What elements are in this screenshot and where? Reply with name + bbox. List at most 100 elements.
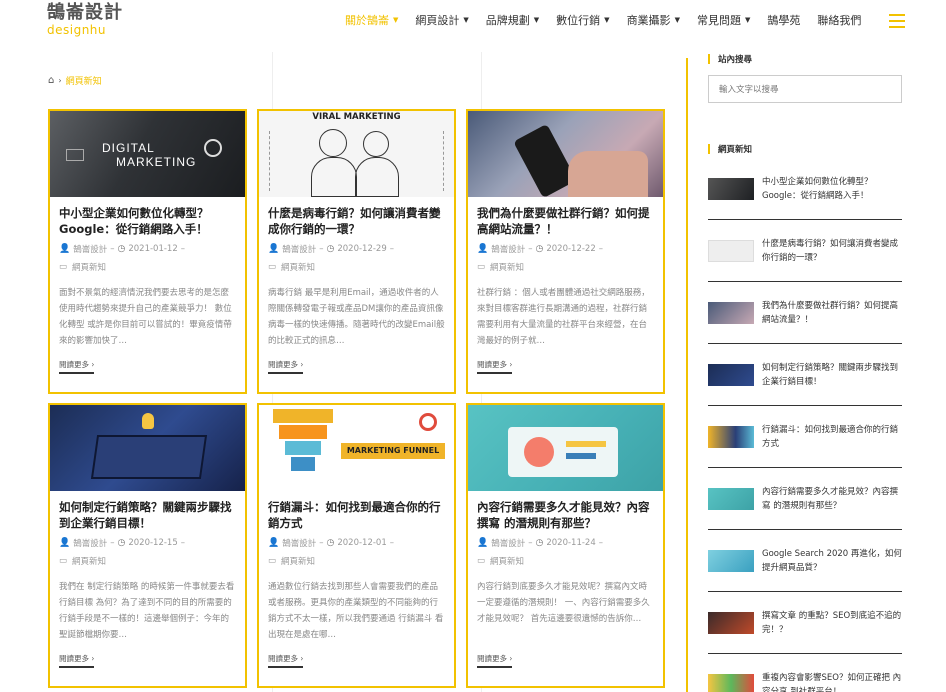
recent-post-item[interactable]: 重複內容會影響SEO？如何正確把 內容分享 到社群平台！ — [708, 654, 902, 692]
post-thumbnail[interactable] — [468, 405, 663, 491]
read-more-link[interactable]: 閱讀更多 › — [59, 653, 95, 668]
post-title[interactable]: 如何制定行銷策略？關鍵兩步驟找到企業行銷目標！ — [59, 499, 237, 531]
recent-post-title[interactable]: 中小型企業如何數位化轉型？Google：從行銷網路入手！ — [762, 175, 902, 203]
nav-item-web-design[interactable]: 網頁設計 ▼ — [415, 12, 468, 28]
chevron-down-icon: ▼ — [674, 16, 680, 24]
post-author[interactable]: 鵠崙設計 — [282, 243, 316, 255]
category-link[interactable]: 網頁新知 — [72, 261, 106, 273]
home-icon[interactable]: ⌂ — [48, 75, 54, 86]
post-card[interactable]: VIRAL MARKETING 什麼是病毒行銷？如何讓消費者變成你行銷的一環？ … — [257, 109, 456, 394]
recent-post-title[interactable]: 重複內容會影響SEO？如何正確把 內容分享 到社群平台！ — [762, 671, 902, 692]
recent-post-title[interactable]: 行銷漏斗：如何找到最適合你的行銷方式 — [762, 423, 902, 451]
nav-item-about[interactable]: 關於鵠崙 ▼ — [345, 12, 398, 28]
read-more-link[interactable]: 閱讀更多 › — [59, 359, 95, 374]
target-graphic — [419, 413, 437, 431]
post-category: ▭ 網頁新知 — [268, 555, 446, 567]
recent-post-item[interactable]: 什麼是病毒行銷？如何讓消費者變成你行銷的一環？ — [708, 220, 902, 282]
post-card[interactable]: 內容行銷需要多久才能見效？內容撰寫 的潛規則有那些？ 👤 鵠崙設計 – ◷ 2020-1… — [466, 403, 665, 688]
clock-icon: ◷ — [117, 244, 126, 254]
doodle-graphic — [269, 131, 299, 191]
recent-post-item[interactable]: 內容行銷需要多久才能見效？內容撰寫 的潛規則有那些？ — [708, 468, 902, 530]
search-input[interactable] — [708, 75, 902, 103]
recent-post-thumbnail[interactable] — [708, 611, 754, 634]
recent-post-thumbnail[interactable] — [708, 177, 754, 200]
post-title[interactable]: 我們為什麼要做社群行銷？如何提高網站流量？！ — [477, 205, 655, 237]
recent-post-thumbnail[interactable] — [708, 674, 754, 692]
recent-post-thumbnail[interactable] — [708, 363, 754, 386]
post-author[interactable]: 鵠崙設計 — [282, 537, 316, 549]
recent-post-item[interactable]: Google Search 2020 再進化，如何提升網頁品質？ — [708, 530, 902, 592]
recent-post-title[interactable]: 撰寫文章 的重點？SEO到底追不追的完！？ — [762, 609, 902, 637]
recent-post-item[interactable]: 行銷漏斗：如何找到最適合你的行銷方式 — [708, 406, 902, 468]
post-author[interactable]: 鵠崙設計 — [491, 243, 525, 255]
hand-graphic — [568, 151, 648, 197]
folder-icon: ▭ — [59, 262, 68, 272]
post-excerpt: 我們在 制定行銷策略 的時候第一件事就要去看 行銷目標 為何？為了達到不同的目的… — [59, 582, 235, 640]
recent-post-title[interactable]: 內容行銷需要多久才能見效？內容撰寫 的潛規則有那些？ — [762, 485, 902, 513]
chevron-down-icon: ▼ — [744, 16, 751, 24]
post-card[interactable]: MARKETING FUNNEL 行銷漏斗：如何找到最適合你的行銷方式 👤 鵠崙設… — [257, 403, 456, 688]
nav-item-academy[interactable]: 鵠學苑 — [767, 12, 800, 28]
post-title[interactable]: 行銷漏斗：如何找到最適合你的行銷方式 — [268, 499, 446, 531]
user-icon: 👤 — [59, 244, 71, 254]
post-author[interactable]: 鵠崙設計 — [491, 537, 525, 549]
recent-post-title[interactable]: Google Search 2020 再進化，如何提升網頁品質？ — [762, 547, 902, 575]
category-link[interactable]: 網頁新知 — [490, 261, 524, 273]
category-link[interactable]: 網頁新知 — [490, 555, 524, 567]
post-thumbnail[interactable]: VIRAL MARKETING — [259, 111, 454, 197]
post-title[interactable]: 內容行銷需要多久才能見效？內容撰寫 的潛規則有那些？ — [477, 499, 655, 531]
monitor-graphic — [66, 149, 84, 161]
recent-post-thumbnail[interactable] — [708, 239, 754, 262]
recent-post-title[interactable]: 我們為什麼要做社群行銷？如何提高網站流量？！ — [762, 299, 902, 327]
post-thumbnail[interactable]: MARKETING FUNNEL — [259, 405, 454, 491]
post-title[interactable]: 什麼是病毒行銷？如何讓消費者變成你行銷的一環？ — [268, 205, 446, 237]
read-more-link[interactable]: 閱讀更多 › — [477, 359, 513, 374]
funnel-graphic — [279, 425, 327, 439]
post-card[interactable]: 如何制定行銷策略？關鍵兩步驟找到企業行銷目標！ 👤 鵠崙設計 – ◷ 2020-12-1… — [48, 403, 247, 688]
funnel-graphic — [285, 441, 321, 455]
clock-icon: ◷ — [535, 244, 544, 254]
nav-item-photography[interactable]: 商業攝影 ▼ — [627, 12, 680, 28]
folder-icon: ▭ — [477, 262, 486, 272]
hamburger-menu-icon[interactable] — [889, 14, 905, 28]
recent-post-title[interactable]: 如何制定行銷策略？關鍵兩步驟找到企業行銷目標！ — [762, 361, 902, 389]
nav-label: 數位行銷 — [556, 14, 601, 27]
user-icon: 👤 — [268, 244, 280, 254]
category-link[interactable]: 網頁新知 — [281, 261, 315, 273]
doodle-graphic — [414, 131, 444, 191]
site-header: 鵠崙設計 designhu 關於鵠崙 ▼ 網頁設計 ▼ 品牌規劃 ▼ 數位行銷 ▼ 商業… — [0, 0, 946, 44]
post-card[interactable]: 我們為什麼要做社群行銷？如何提高網站流量？！ 👤 鵠崙設計 – ◷ 2020-12-22… — [466, 109, 665, 394]
recent-post-thumbnail[interactable] — [708, 425, 754, 448]
nav-item-contact[interactable]: 聯絡我們 — [817, 12, 861, 28]
recent-post-thumbnail[interactable] — [708, 301, 754, 324]
recent-post-item[interactable]: 我們為什麼要做社群行銷？如何提高網站流量？！ — [708, 282, 902, 344]
recent-post-thumbnail[interactable] — [708, 549, 754, 572]
thumb-text: VIRAL MARKETING — [312, 112, 401, 122]
recent-post-thumbnail[interactable] — [708, 487, 754, 510]
category-link[interactable]: 網頁新知 — [72, 555, 106, 567]
category-link[interactable]: 網頁新知 — [281, 555, 315, 567]
post-date: 2020-12-01 — [337, 538, 387, 548]
nav-item-digital-marketing[interactable]: 數位行銷 ▼ — [556, 12, 609, 28]
recent-post-item[interactable]: 如何制定行銷策略？關鍵兩步驟找到企業行銷目標！ — [708, 344, 902, 406]
nav-item-faq[interactable]: 常見問題 ▼ — [697, 12, 750, 28]
recent-post-item[interactable]: 撰寫文章 的重點？SEO到底追不追的完！？ — [708, 592, 902, 654]
recent-post-item[interactable]: 中小型企業如何數位化轉型？Google：從行銷網路入手！ — [708, 158, 902, 220]
post-category: ▭ 網頁新知 — [59, 261, 237, 273]
post-card[interactable]: DIGITAL MARKETING 中小型企業如何數位化轉型？Google：從行… — [48, 109, 247, 394]
post-date: 2021-01-12 — [128, 244, 178, 254]
post-title[interactable]: 中小型企業如何數位化轉型？Google：從行銷網路入手！ — [59, 205, 237, 237]
read-more-link[interactable]: 閱讀更多 › — [477, 653, 513, 668]
post-author[interactable]: 鵠崙設計 — [73, 537, 107, 549]
post-thumbnail[interactable] — [468, 111, 663, 197]
post-author[interactable]: 鵠崙設計 — [73, 243, 107, 255]
nav-item-branding[interactable]: 品牌規劃 ▼ — [486, 12, 539, 28]
read-more-link[interactable]: 閱讀更多 › — [268, 359, 304, 374]
site-logo[interactable]: 鵠崙設計 designhu — [47, 3, 127, 39]
recent-post-title[interactable]: 什麼是病毒行銷？如何讓消費者變成你行銷的一環？ — [762, 237, 902, 265]
breadcrumb-current[interactable]: 網頁新知 — [66, 74, 102, 87]
read-more-link[interactable]: 閱讀更多 › — [268, 653, 304, 668]
thumb-text: MARKETING — [116, 155, 197, 169]
post-thumbnail[interactable] — [50, 405, 245, 491]
post-thumbnail[interactable]: DIGITAL MARKETING — [50, 111, 245, 197]
